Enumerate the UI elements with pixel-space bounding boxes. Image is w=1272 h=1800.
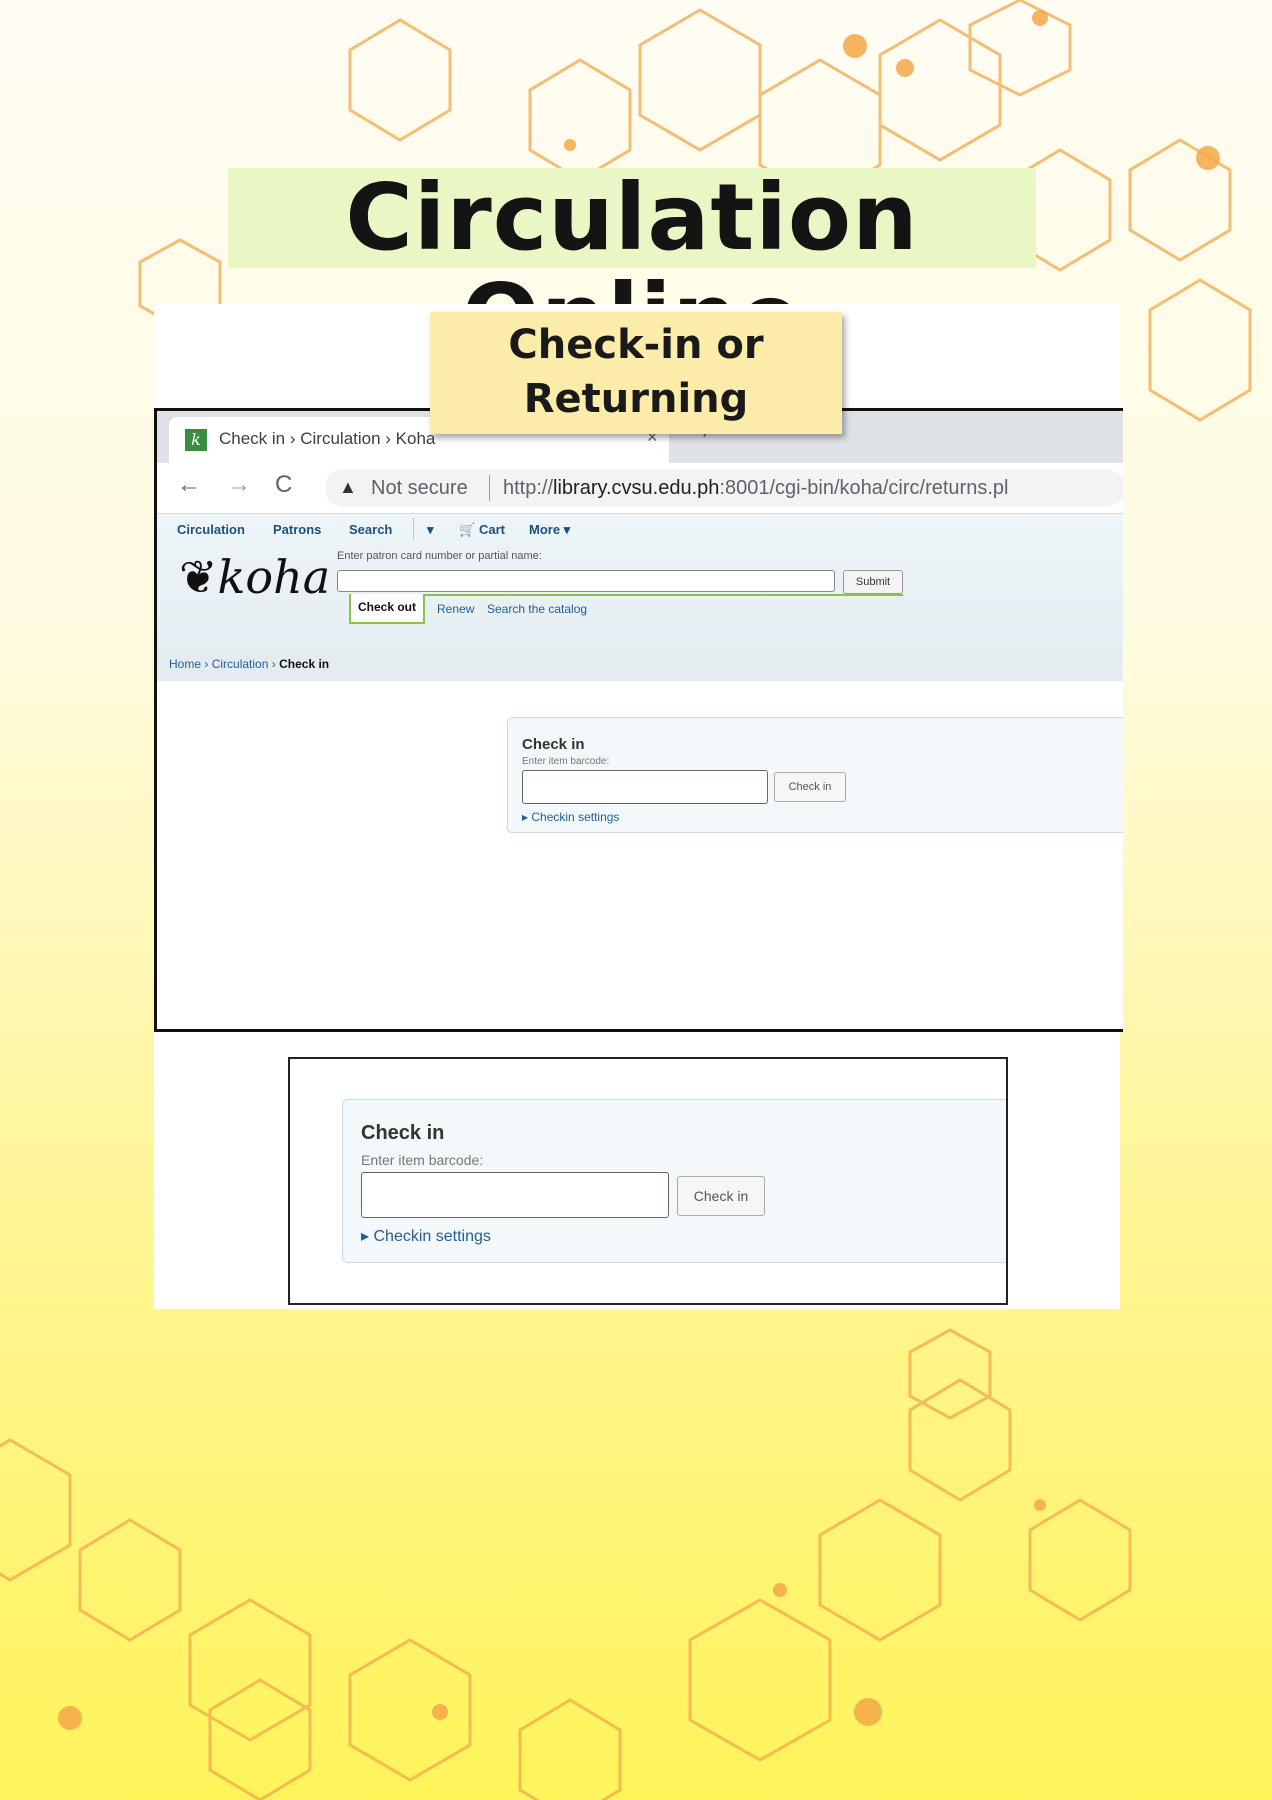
submit-button[interactable]: Submit	[843, 570, 903, 594]
barcode-label: Enter item barcode:	[361, 1152, 484, 1168]
barcode-label: Enter item barcode:	[522, 756, 610, 767]
breadcrumb-circulation[interactable]: Circulation	[212, 657, 269, 671]
checkin-panel-zoomed: Check in Enter item barcode: Check in ▸ …	[342, 1099, 1006, 1263]
tab-search-catalog[interactable]: Search the catalog	[487, 602, 587, 616]
breadcrumb-separator: ›	[204, 657, 209, 671]
forward-arrow-icon[interactable]: →	[227, 471, 251, 499]
address-separator	[489, 475, 490, 501]
check-in-button[interactable]: Check in	[774, 772, 846, 802]
breadcrumb-separator: ›	[271, 657, 276, 671]
menu-divider	[413, 518, 414, 540]
patron-search-input[interactable]	[337, 570, 835, 592]
koha-logo-text: koha	[217, 550, 331, 604]
koha-logo[interactable]: ❦koha	[179, 550, 330, 604]
barcode-input[interactable]	[361, 1172, 669, 1218]
checkin-title: Check in	[522, 736, 585, 753]
expand-triangle-icon: ▸	[522, 810, 529, 824]
koha-logo-mark-icon: ❦	[179, 550, 218, 604]
breadcrumb-home[interactable]: Home	[169, 657, 201, 671]
browser-window: k Check in › Circulation › Koha × + ← → …	[154, 408, 1123, 1032]
reload-icon[interactable]: C	[275, 471, 292, 499]
checkin-title: Check in	[361, 1122, 445, 1144]
checkin-settings-link[interactable]: ▸ Checkin settings	[361, 1226, 491, 1246]
koha-header: Circulation Patrons Search ▾ 🛒 Cart More…	[157, 514, 1123, 647]
menu-patrons[interactable]: Patrons	[273, 522, 321, 537]
checkin-settings-label: Checkin settings	[373, 1228, 491, 1245]
patron-search-label: Enter patron card number or partial name…	[337, 550, 542, 562]
checkin-settings-label: Checkin settings	[531, 810, 620, 824]
url-host: library.cvsu.edu.ph	[553, 477, 720, 499]
breadcrumb-current: Check in	[279, 657, 330, 671]
url-scheme: http://	[503, 477, 554, 499]
callout-label: Check-in or Returning	[430, 312, 842, 434]
tab-check-out[interactable]: Check out	[349, 594, 425, 624]
header-tab-underline	[349, 594, 903, 596]
callout-line-2: Returning	[523, 376, 749, 422]
expand-triangle-icon: ▸	[361, 1228, 370, 1245]
back-arrow-icon[interactable]: ←	[177, 471, 201, 499]
check-in-button[interactable]: Check in	[677, 1176, 765, 1216]
cart-icon[interactable]: 🛒	[459, 522, 475, 538]
checkin-settings-link[interactable]: ▸ Checkin settings	[522, 810, 619, 824]
url-text[interactable]: http://library.cvsu.edu.ph:8001/cgi-bin/…	[503, 477, 1008, 500]
address-bar[interactable]: ▲ Not secure http://library.cvsu.edu.ph:…	[325, 469, 1123, 507]
tab-title: Check in › Circulation › Koha	[219, 429, 436, 448]
browser-toolbar: ← → C ▲ Not secure http://library.cvsu.e…	[157, 463, 1123, 514]
koha-favicon-icon: k	[185, 429, 207, 451]
breadcrumb: Home › Circulation › Check in	[157, 647, 1123, 681]
menu-cart[interactable]: Cart	[479, 522, 505, 537]
callout-line-1: Check-in or	[508, 322, 764, 368]
menu-search[interactable]: Search	[349, 522, 392, 537]
barcode-input[interactable]	[522, 770, 768, 804]
menu-circulation[interactable]: Circulation	[177, 522, 245, 537]
poster-title: Circulation Online	[228, 168, 1036, 368]
tab-renew[interactable]: Renew	[437, 602, 474, 616]
checkin-panel: Check in Enter item barcode: Check in ▸ …	[507, 717, 1123, 833]
menu-more[interactable]: More ▾	[529, 522, 570, 538]
warning-icon[interactable]: ▲	[339, 477, 357, 498]
search-dropdown-icon[interactable]: ▾	[427, 522, 434, 538]
security-status[interactable]: Not secure	[371, 477, 468, 500]
zoomed-checkin-view: Check in Enter item barcode: Check in ▸ …	[288, 1057, 1008, 1305]
url-path: :8001/cgi-bin/koha/circ/returns.pl	[719, 477, 1009, 499]
